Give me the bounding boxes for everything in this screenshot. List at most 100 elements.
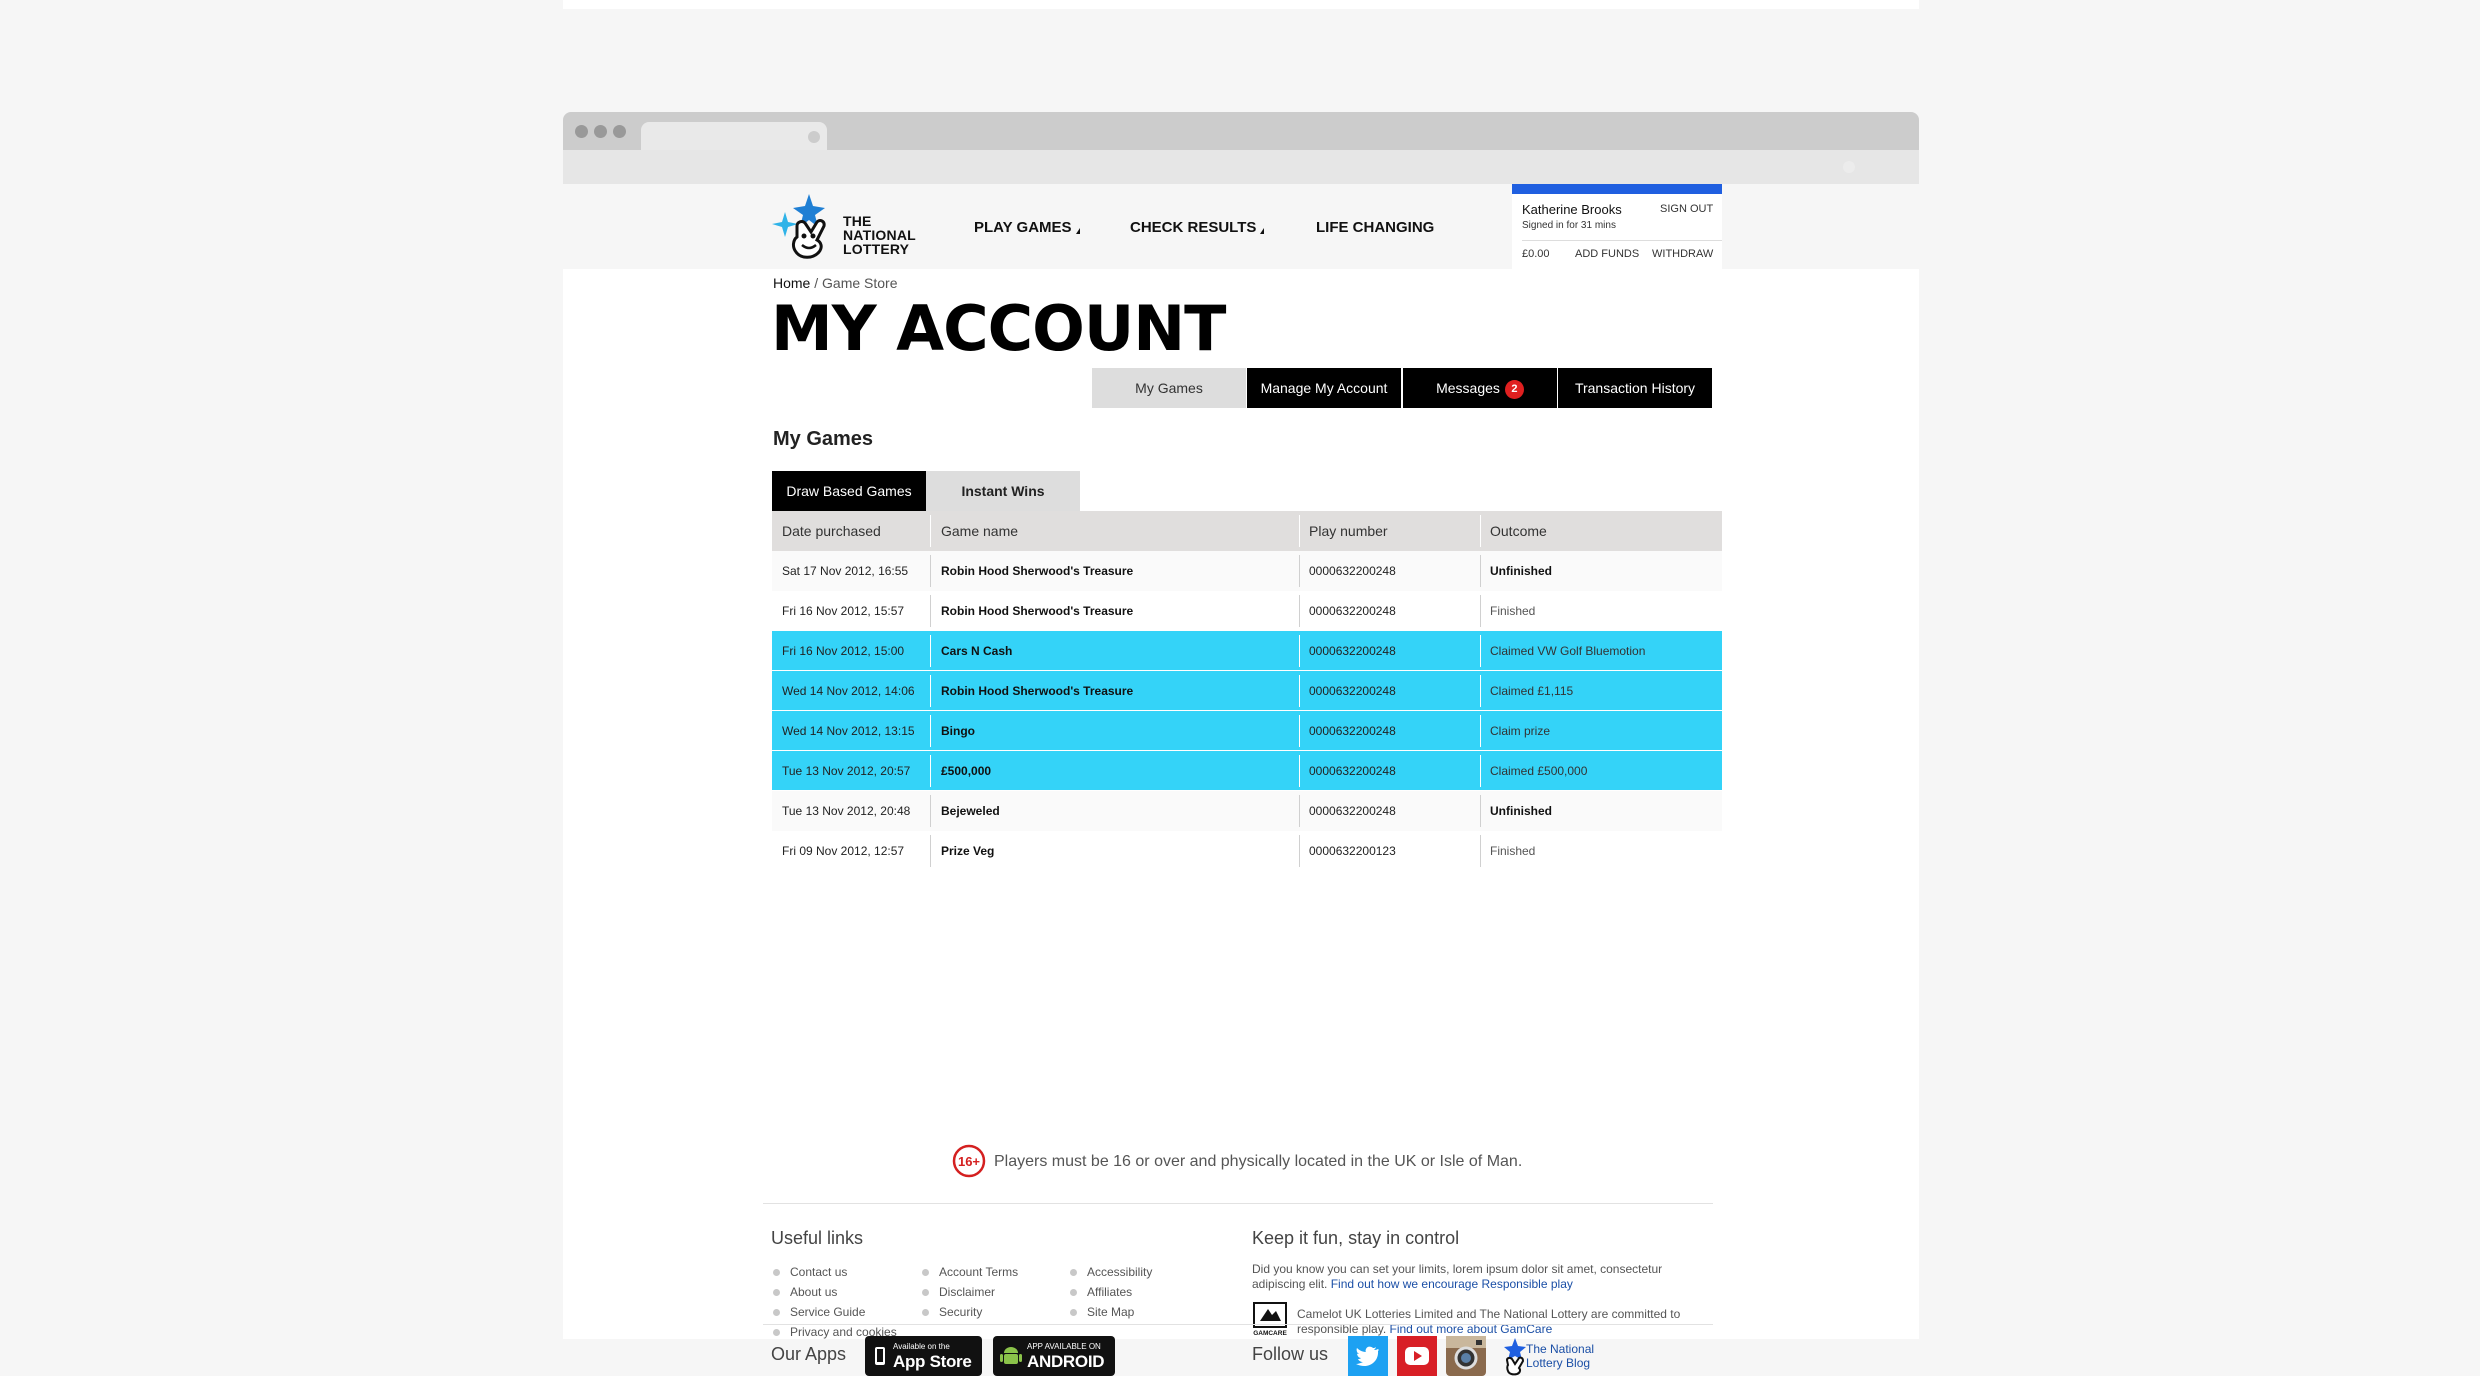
caret-icon	[1260, 228, 1265, 234]
table-row[interactable]: Wed 14 Nov 2012, 13:15 Bingo 0000632200248…	[772, 711, 1722, 751]
cell-date-purchased: Fri 09 Nov 2012, 12:57	[782, 844, 905, 858]
table-row[interactable]: Tue 13 Nov 2012, 20:57 £500,000 0000632200…	[772, 751, 1722, 791]
breadcrumb-separator: /	[810, 275, 823, 291]
table-row[interactable]: Sat 17 Nov 2012, 16:55 Robin Hood Sherwoo…	[772, 551, 1722, 591]
tab-messages[interactable]: Messages 2	[1403, 368, 1557, 408]
youtube-icon[interactable]	[1397, 1336, 1437, 1376]
keep-fun-title: Keep it fun, stay in control	[1252, 1228, 1460, 1248]
table-row[interactable]: Fri 09 Nov 2012, 12:57 Prize Veg 000063220…	[772, 831, 1722, 871]
cell-outcome: Finished	[1490, 604, 1536, 618]
messages-count-badge: 2	[1504, 380, 1524, 399]
cell-game-name: £500,000	[941, 764, 992, 778]
caret-icon	[1075, 228, 1080, 234]
link-disclaimer[interactable]: Disclaimer	[922, 1282, 1018, 1302]
cell-outcome: Finished	[1490, 844, 1536, 858]
cell-outcome: Claimed VW Golf Bluemotion	[1490, 644, 1646, 658]
apple-icon	[875, 1347, 885, 1365]
signed-in-time: Signed in for 31 mins	[1522, 220, 1616, 231]
cell-date-purchased: Wed 14 Nov 2012, 13:15	[782, 724, 915, 738]
cell-play-number: 0000632200248	[1309, 724, 1396, 738]
tab-draw-based-games[interactable]: Draw Based Games	[772, 471, 926, 511]
browser-tab[interactable]	[641, 122, 827, 150]
cell-game-name: Bejeweled	[941, 804, 1000, 818]
column-outcome[interactable]: Outcome	[1480, 511, 1547, 551]
cell-play-number: 0000632200248	[1309, 764, 1396, 778]
tab-my-games-label: My Games	[1135, 380, 1203, 396]
tab-close-icon[interactable]	[808, 131, 820, 143]
tab-transaction-history[interactable]: Transaction History	[1558, 368, 1712, 408]
link-accessibility[interactable]: Accessibility	[1070, 1262, 1152, 1282]
account-balance: £0.00	[1522, 248, 1550, 260]
link-service-guide[interactable]: Service Guide	[773, 1302, 897, 1322]
table-row[interactable]: Fri 16 Nov 2012, 15:57 Robin Hood Sherwoo…	[772, 591, 1722, 631]
twitter-icon[interactable]	[1348, 1336, 1388, 1376]
age-16-plus-icon: 16+	[952, 1144, 986, 1178]
tab-my-games[interactable]: My Games	[1092, 368, 1246, 408]
nav-life-changing[interactable]: LIFE CHANGING	[1316, 219, 1434, 236]
android-button[interactable]: APP AVAILABLE ON ANDROID	[993, 1336, 1115, 1376]
useful-links-col-3: Accessibility Affiliates Site Map	[1070, 1262, 1152, 1322]
cell-game-name: Robin Hood Sherwood's Treasure	[941, 604, 1134, 618]
withdraw-link[interactable]: WITHDRAW	[1652, 248, 1713, 260]
cell-date-purchased: Sat 17 Nov 2012, 16:55	[782, 564, 909, 578]
tab-manage-my-account-label: Manage My Account	[1260, 380, 1388, 396]
add-funds-link[interactable]: ADD FUNDS	[1575, 248, 1639, 260]
national-lottery-logo[interactable]: THE NATIONAL LOTTERY	[771, 192, 931, 262]
top-strip	[563, 0, 1919, 9]
svg-text:GAMCARE: GAMCARE	[1253, 1330, 1287, 1337]
column-play-number[interactable]: Play number	[1299, 511, 1388, 551]
link-site-map[interactable]: Site Map	[1070, 1302, 1152, 1322]
link-account-terms[interactable]: Account Terms	[922, 1262, 1018, 1282]
page-title: MY ACCOUNT	[771, 292, 1226, 365]
account-panel: Katherine Brooks Signed in for 31 mins S…	[1512, 184, 1722, 269]
instagram-icon[interactable]	[1446, 1336, 1486, 1376]
cell-outcome: Unfinished	[1490, 564, 1552, 578]
account-divider	[1522, 240, 1722, 241]
gamcare-logo[interactable]: GAMCARE	[1252, 1301, 1288, 1337]
sign-out-link[interactable]: SIGN OUT	[1660, 203, 1713, 215]
android-icon	[1000, 1347, 1022, 1364]
cell-outcome: Claimed £500,000	[1490, 764, 1588, 778]
useful-links-col-2: Account Terms Disclaimer Security	[922, 1262, 1018, 1322]
table-row[interactable]: Tue 13 Nov 2012, 20:48 Bejeweled 000063220…	[772, 791, 1722, 831]
cell-date-purchased: Wed 14 Nov 2012, 14:06	[782, 684, 915, 698]
site-header: THE NATIONAL LOTTERY PLAY GAMES CHECK RE…	[563, 184, 1919, 269]
app-store-button[interactable]: Available on the App Store	[865, 1336, 982, 1376]
window-minimize-dot[interactable]	[594, 125, 607, 138]
nav-play-games-label: PLAY GAMES	[974, 219, 1072, 236]
window-close-dot[interactable]	[575, 125, 588, 138]
window-maximize-dot[interactable]	[613, 125, 626, 138]
nav-life-changing-label: LIFE CHANGING	[1316, 219, 1435, 236]
cell-date-purchased: Fri 16 Nov 2012, 15:00	[782, 644, 905, 658]
cell-outcome: Claimed £1,115	[1490, 684, 1574, 698]
cell-date-purchased: Fri 16 Nov 2012, 15:57	[782, 604, 905, 618]
tab-manage-my-account[interactable]: Manage My Account	[1247, 368, 1401, 408]
table-row[interactable]: Fri 16 Nov 2012, 15:00 Cars N Cash 0000632…	[772, 631, 1722, 671]
tab-instant-wins[interactable]: Instant Wins	[926, 471, 1080, 511]
column-date-purchased[interactable]: Date purchased	[772, 511, 881, 551]
nav-check-results[interactable]: CHECK RESULTS	[1130, 219, 1265, 236]
cell-game-name: Robin Hood Sherwood's Treasure	[941, 684, 1134, 698]
link-affiliates[interactable]: Affiliates	[1070, 1282, 1152, 1302]
cell-play-number: 0000632200248	[1309, 684, 1396, 698]
cell-play-number: 0000632200248	[1309, 644, 1396, 658]
lottery-blog-link[interactable]: The National Lottery Blog	[1526, 1342, 1606, 1370]
address-bar[interactable]	[563, 150, 1919, 184]
cell-game-name: Prize Veg	[941, 844, 995, 858]
table-body: Sat 17 Nov 2012, 16:55 Robin Hood Sherwoo…	[772, 551, 1722, 871]
link-about-us[interactable]: About us	[773, 1282, 897, 1302]
nav-play-games[interactable]: PLAY GAMES	[974, 219, 1080, 236]
logo-line-1: THE	[843, 213, 872, 229]
column-game-name[interactable]: Game name	[931, 511, 1018, 551]
games-table: Date purchased Game name Play number Out…	[772, 511, 1722, 871]
android-small-text: APP AVAILABLE ON	[1027, 1342, 1101, 1351]
footer-divider-2	[763, 1324, 1713, 1325]
tab-messages-label: Messages	[1436, 380, 1500, 396]
link-security[interactable]: Security	[922, 1302, 1018, 1322]
breadcrumb-home[interactable]: Home	[773, 275, 810, 291]
link-contact-us[interactable]: Contact us	[773, 1262, 897, 1282]
cell-date-purchased: Tue 13 Nov 2012, 20:48	[782, 804, 911, 818]
responsible-play-link[interactable]: Find out how we encourage Responsible pl…	[1331, 1277, 1573, 1291]
lottery-crossed-fingers-icon	[772, 194, 826, 259]
table-row[interactable]: Wed 14 Nov 2012, 14:06 Robin Hood Sherwoo…	[772, 671, 1722, 711]
